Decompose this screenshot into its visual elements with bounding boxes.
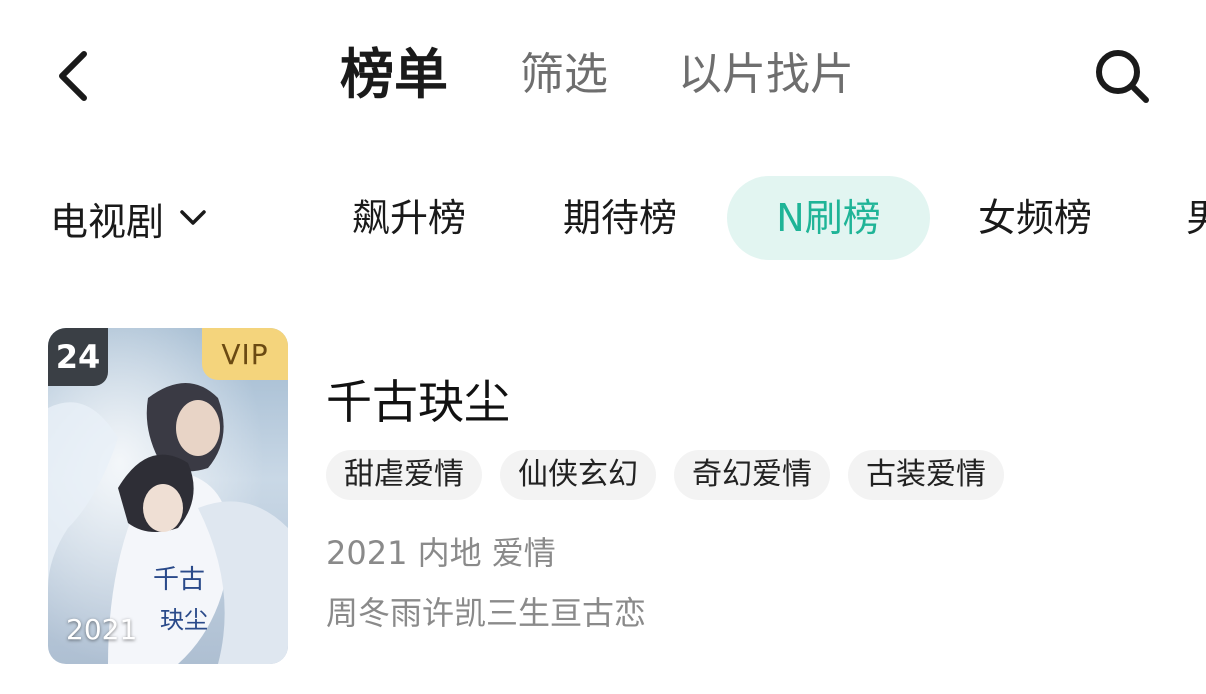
chevron-down-icon xyxy=(180,210,206,225)
tab-ranking[interactable]: 榜单 xyxy=(340,40,448,110)
rank-tab-male[interactable]: 男 xyxy=(1186,176,1206,260)
rank-tab-female[interactable]: 女频榜 xyxy=(978,176,1092,260)
tag[interactable]: 仙侠玄幻 xyxy=(500,450,656,500)
rank-tab-rewatch[interactable]: N刷榜 xyxy=(727,176,930,260)
chevron-left-icon xyxy=(59,51,87,101)
back-button[interactable] xyxy=(40,44,104,108)
rank-tab-anticipated[interactable]: 期待榜 xyxy=(563,176,677,260)
search-button[interactable] xyxy=(1088,44,1156,108)
show-description: 周冬雨许凯三生亘古恋 xyxy=(326,594,647,632)
search-icon xyxy=(1096,50,1149,103)
ranking-page: 榜单 筛选 以片找片 电视剧 飙升榜 期待榜 N刷榜 女频榜 男 千古 玦尘 2… xyxy=(0,0,1206,694)
show-title[interactable]: 千古玦尘 xyxy=(326,366,510,432)
poster[interactable]: 千古 玦尘 24 VIP 2021 xyxy=(48,328,288,664)
category-label: 电视剧 xyxy=(50,199,165,244)
show-meta: 2021 内地 爱情 xyxy=(326,534,556,572)
tag-list: 甜虐爱情 仙侠玄幻 奇幻爱情 古装爱情 xyxy=(326,450,1004,500)
rank-badge: 24 xyxy=(48,328,108,386)
tag[interactable]: 古装爱情 xyxy=(848,450,1004,500)
vip-badge: VIP xyxy=(202,328,288,380)
svg-text:玦尘: 玦尘 xyxy=(160,606,208,634)
category-dropdown[interactable]: 电视剧 xyxy=(50,188,208,248)
tag[interactable]: 奇幻爱情 xyxy=(674,450,830,500)
rank-tab-rising[interactable]: 飙升榜 xyxy=(352,176,466,260)
svg-text:千古: 千古 xyxy=(153,565,205,595)
tag[interactable]: 甜虐爱情 xyxy=(326,450,482,500)
tab-filter[interactable]: 筛选 xyxy=(520,40,608,110)
poster-year: 2021 xyxy=(66,613,138,646)
tab-find-by-film[interactable]: 以片找片 xyxy=(678,40,854,110)
